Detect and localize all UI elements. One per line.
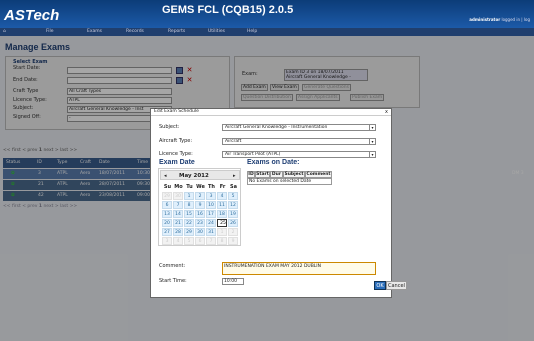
calendar-dow: Tu xyxy=(186,184,193,190)
calendar-day[interactable]: 3 xyxy=(162,237,172,245)
app-logo: ASTech xyxy=(4,7,60,24)
calendar-day[interactable]: 8 xyxy=(217,237,227,245)
calendar-day[interactable]: 26 xyxy=(228,219,238,227)
calendar-day[interactable]: 14 xyxy=(173,210,183,218)
calendar-day[interactable]: 20 xyxy=(162,219,172,227)
calendar-day[interactable]: 9 xyxy=(195,201,205,209)
col-id: ID xyxy=(247,171,255,178)
calendar-day[interactable]: 22 xyxy=(184,219,194,227)
home-icon[interactable]: ⌂ xyxy=(3,29,6,34)
date-picker: ◂ May 2012 ▸ Su Mo Tu We Th Fr Sa 29 30 1 2 3 4 5 6 7 8 9… xyxy=(158,168,241,246)
subject-value: Aircraft General Knowledge - Instrumenta… xyxy=(225,125,328,130)
calendar-day[interactable]: 28 xyxy=(173,228,183,236)
calendar-day[interactable]: 27 xyxy=(162,228,172,236)
col-comment: Comment xyxy=(305,171,332,178)
calendar-day[interactable]: 17 xyxy=(206,210,216,218)
calendar-day[interactable]: 23 xyxy=(195,219,205,227)
subject-label: Subject: xyxy=(159,124,180,130)
calendar-day[interactable]: 31 xyxy=(206,228,216,236)
next-month-icon[interactable]: ▸ xyxy=(233,173,236,179)
app-title: GEMS FCL (CQB15) 2.0.5 xyxy=(162,4,294,16)
chevron-down-icon: ▾ xyxy=(369,139,375,144)
calendar-day[interactable]: 8 xyxy=(184,201,194,209)
calendar-day[interactable]: 19 xyxy=(228,210,238,218)
calendar-dow: Th xyxy=(208,184,215,190)
aircraft-type-label: Aircraft Type: xyxy=(159,138,193,144)
calendar-day[interactable]: 1 xyxy=(184,192,194,200)
calendar-day[interactable]: 5 xyxy=(228,192,238,200)
licence-type-label: Licence Type: xyxy=(159,151,193,157)
calendar-day[interactable]: 3 xyxy=(206,192,216,200)
logout-link[interactable]: logged in | log xyxy=(501,17,530,22)
calendar-day[interactable]: 11 xyxy=(217,201,227,209)
calendar-day[interactable]: 16 xyxy=(195,210,205,218)
subject-select[interactable]: Aircraft General Knowledge - Instrumenta… xyxy=(222,124,376,131)
calendar-day[interactable]: 7 xyxy=(206,237,216,245)
calendar-day[interactable]: 6 xyxy=(195,237,205,245)
calendar-day[interactable]: 2 xyxy=(195,192,205,200)
calendar-dow: Sa xyxy=(230,184,237,190)
prev-month-icon[interactable]: ◂ xyxy=(164,173,167,179)
dialog-title-bar[interactable]: Edit Exam Schedule x xyxy=(151,109,391,116)
chevron-down-icon: ▾ xyxy=(369,152,375,157)
app-header: ASTech GEMS FCL (CQB15) 2.0.5 administra… xyxy=(0,0,534,28)
no-exams-message: No Exams on selected Date xyxy=(247,178,332,185)
calendar-day[interactable]: 1 xyxy=(217,228,227,236)
calendar-day[interactable]: 29 xyxy=(162,192,172,200)
col-dur: Dur xyxy=(270,171,283,178)
menu-reports[interactable]: Reports xyxy=(168,29,185,34)
menu-help[interactable]: Help xyxy=(247,29,257,34)
menu-utilities[interactable]: Utilities xyxy=(208,29,225,34)
aircraft-type-value: Aircraft xyxy=(225,139,242,144)
comment-textarea[interactable]: INSTRUMENATION EXAM MAY 2012 DUBLIN xyxy=(222,262,376,275)
calendar-day[interactable]: 2 xyxy=(228,228,238,236)
calendar-day[interactable]: 7 xyxy=(173,201,183,209)
calendar-day[interactable]: 12 xyxy=(228,201,238,209)
calendar-day[interactable]: 4 xyxy=(173,237,183,245)
calendar-day[interactable]: 30 xyxy=(195,228,205,236)
calendar-dow: Su xyxy=(163,184,172,190)
calendar-day[interactable]: 4 xyxy=(217,192,227,200)
col-subject: Subject xyxy=(283,171,305,178)
calendar-dow: We xyxy=(196,184,205,190)
chevron-down-icon: ▾ xyxy=(369,125,375,130)
exam-date-heading: Exam Date xyxy=(159,159,195,166)
calendar-day[interactable]: 30 xyxy=(173,192,183,200)
dialog-title: Edit Exam Schedule xyxy=(154,109,199,114)
cancel-button[interactable]: Cancel xyxy=(386,281,407,290)
menu-file[interactable]: File xyxy=(46,29,54,34)
exams-on-date-heading: Exams on Date: xyxy=(247,159,300,166)
start-time-input[interactable]: 10:00 xyxy=(222,278,244,285)
calendar-day[interactable]: 24 xyxy=(206,219,216,227)
calendar-day[interactable]: 21 xyxy=(173,219,183,227)
aircraft-type-select[interactable]: Aircraft ▾ xyxy=(222,138,376,145)
calendar-header: ◂ May 2012 ▸ xyxy=(160,170,240,180)
calendar-day[interactable]: 13 xyxy=(162,210,172,218)
menu-records[interactable]: Records xyxy=(126,29,144,34)
ok-button[interactable]: OK xyxy=(374,281,386,290)
col-start: Start xyxy=(255,171,270,178)
user-info: administrator logged in | log xyxy=(469,17,530,22)
start-time-label: Start Time: xyxy=(159,278,187,284)
calendar-day[interactable]: 10 xyxy=(206,201,216,209)
calendar-month: May 2012 xyxy=(179,173,209,179)
calendar-day[interactable]: 5 xyxy=(184,237,194,245)
calendar-dow: Mo xyxy=(174,184,183,190)
calendar-day[interactable]: 6 xyxy=(162,201,172,209)
user-name: administrator xyxy=(469,17,501,22)
close-icon[interactable]: x xyxy=(385,109,388,115)
calendar-day[interactable]: 29 xyxy=(184,228,194,236)
calendar-day[interactable]: 25 xyxy=(217,219,227,227)
comment-label: Comment: xyxy=(159,263,186,269)
menu-exams[interactable]: Exams xyxy=(87,29,102,34)
menu-bar: ⌂ File Exams Records Reports Utilities H… xyxy=(0,28,534,36)
licence-type-select[interactable]: Air Transport Pilot (ATPL) ▾ xyxy=(222,151,376,158)
calendar-day[interactable]: 15 xyxy=(184,210,194,218)
calendar-day[interactable]: 9 xyxy=(228,237,238,245)
licence-type-value: Air Transport Pilot (ATPL) xyxy=(225,152,281,157)
calendar-day[interactable]: 18 xyxy=(217,210,227,218)
calendar-dow: Fr xyxy=(219,184,226,190)
